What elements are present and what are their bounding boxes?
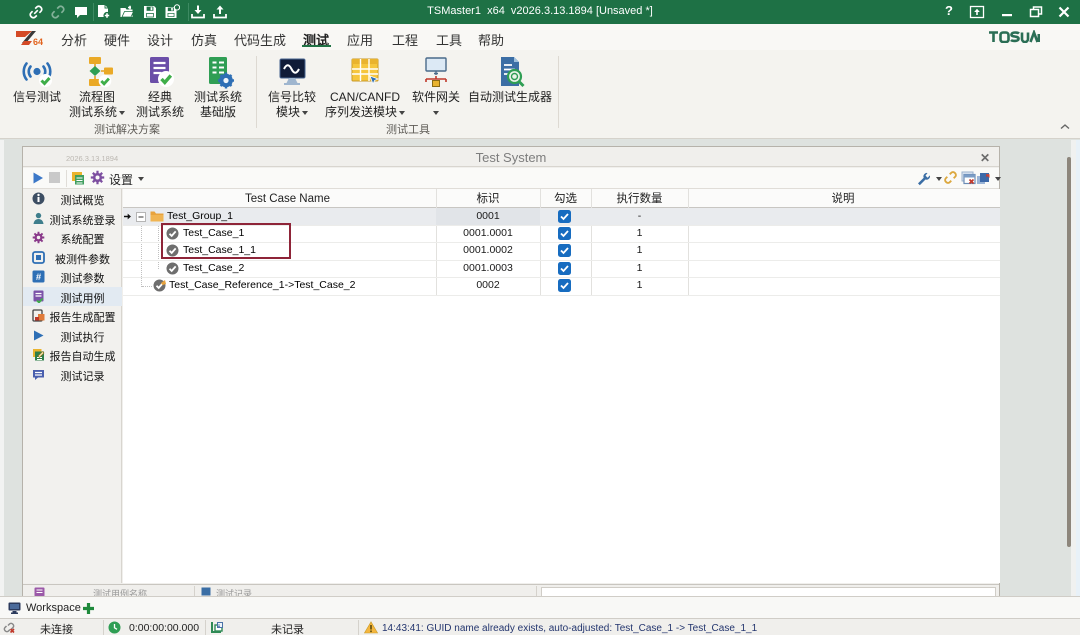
svg-text:#: # — [36, 272, 42, 283]
svg-text:64: 64 — [33, 37, 43, 47]
